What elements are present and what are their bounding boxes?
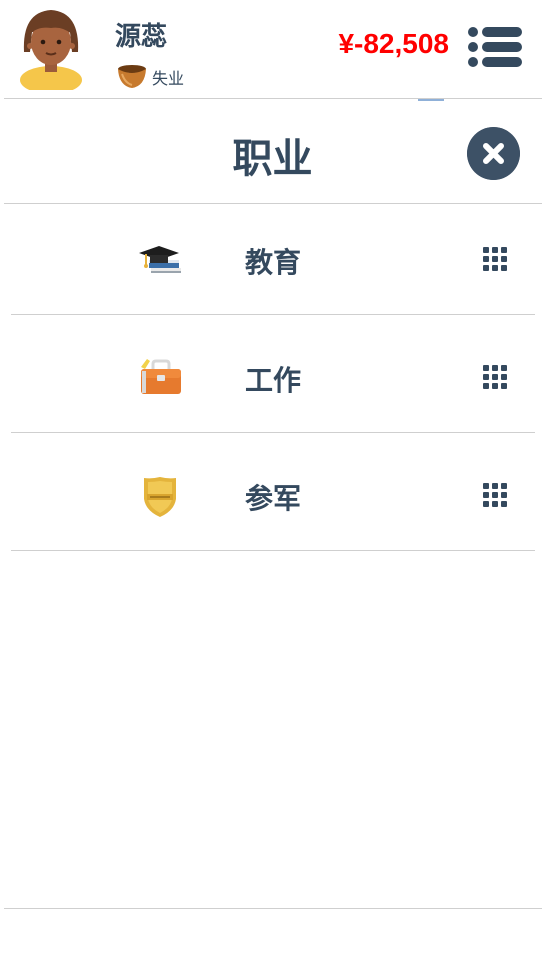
money-balance: ¥-82,508: [338, 28, 449, 59]
panel-title: 职业: [232, 136, 313, 182]
list-item-label: 教育: [244, 246, 301, 279]
grid-dots-icon[interactable]: [483, 247, 507, 271]
header: 源蕊 失业 ¥-82,508: [0, 0, 545, 99]
list-item-label: 参军: [244, 482, 301, 515]
row-divider: [11, 550, 535, 551]
status-text: 失业: [152, 69, 185, 88]
list-menu-icon[interactable]: [466, 24, 524, 70]
woman-avatar-icon: [20, 10, 82, 90]
list-item-label: 工作: [244, 364, 301, 397]
player-name: 源蕊: [115, 22, 168, 52]
scroll-indicator: [418, 99, 444, 101]
grid-dots-icon[interactable]: [483, 365, 507, 389]
grid-dots-icon[interactable]: [483, 483, 507, 507]
list-item-education[interactable]: 教育: [11, 200, 535, 317]
header-divider: [4, 98, 542, 99]
status-row: 失业: [116, 62, 184, 92]
row-divider: [11, 314, 535, 315]
row-divider: [11, 432, 535, 433]
list-item-work[interactable]: 工作: [11, 318, 535, 435]
list-item-military[interactable]: 参军: [11, 436, 535, 553]
footer-divider: [4, 908, 542, 909]
bowl-icon: [118, 65, 146, 88]
close-icon[interactable]: [467, 127, 520, 180]
